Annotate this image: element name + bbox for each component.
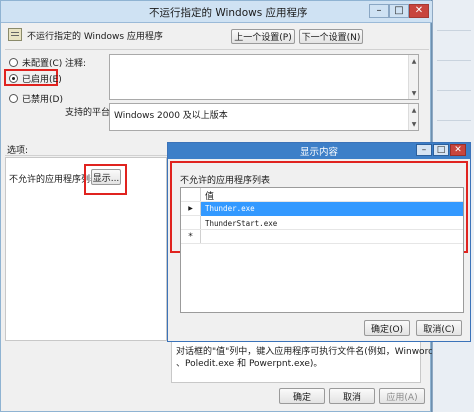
supported-on-label: 支持的平台: bbox=[65, 108, 114, 118]
show-button[interactable]: 显示... bbox=[91, 169, 121, 185]
scroll-down-icon[interactable]: ▼ bbox=[409, 119, 419, 129]
maximize-icon[interactable]: □ bbox=[389, 4, 409, 18]
minimize-icon[interactable]: – bbox=[416, 144, 432, 156]
table-row[interactable]: ThunderStart.exe bbox=[181, 216, 463, 230]
selected-cell[interactable]: Thunder.exe bbox=[201, 202, 463, 216]
previous-setting-button[interactable]: 上一个设置(P) bbox=[231, 29, 295, 44]
cancel-button[interactable]: 取消 bbox=[329, 388, 375, 404]
policy-icon bbox=[8, 28, 22, 41]
row-header-cell bbox=[181, 216, 201, 229]
radio-disabled[interactable]: 已禁用(D) bbox=[9, 92, 63, 105]
dialog-list-label: 不允许的应用程序列表 bbox=[180, 176, 271, 186]
new-row-indicator-icon: * bbox=[181, 230, 201, 243]
next-setting-button[interactable]: 下一个设置(N) bbox=[299, 29, 363, 44]
supported-on-value: Windows 2000 及以上版本 bbox=[114, 111, 228, 121]
table-row[interactable]: ▶ Thunder.exe bbox=[181, 202, 463, 216]
scroll-up-icon[interactable]: ▲ bbox=[409, 105, 419, 115]
column-header-value: 值 bbox=[205, 192, 215, 202]
close-icon[interactable]: ✕ bbox=[409, 4, 429, 18]
row-header-cell bbox=[181, 188, 201, 201]
radio-circle[interactable] bbox=[9, 57, 18, 67]
close-icon[interactable]: ✕ bbox=[450, 144, 466, 156]
dialog-title: 显示内容 bbox=[299, 147, 338, 158]
dialog-cancel-button[interactable]: 取消(C) bbox=[416, 320, 462, 336]
maximize-icon[interactable]: □ bbox=[433, 144, 449, 156]
radio-enabled-label: 已启用(E) bbox=[22, 74, 62, 85]
ok-button[interactable]: 确定 bbox=[279, 388, 325, 404]
header-divider bbox=[5, 49, 429, 50]
grid-header-row: 值 bbox=[181, 188, 463, 202]
radio-not-configured[interactable]: 未配置(C) bbox=[9, 56, 63, 69]
help-text-line-2: 、Poledit.exe 和 Powerpnt.exe)。 bbox=[176, 359, 323, 369]
radio-enabled[interactable]: 已启用(E) bbox=[9, 72, 62, 85]
radio-disabled-label: 已禁用(D) bbox=[22, 94, 63, 105]
radio-circle[interactable] bbox=[9, 93, 18, 103]
radio-not-configured-label: 未配置(C) bbox=[22, 58, 63, 69]
apply-button[interactable]: 应用(A) bbox=[379, 388, 425, 404]
policy-header-title: 不运行指定的 Windows 应用程序 bbox=[27, 31, 163, 42]
current-row-indicator-icon: ▶ bbox=[181, 202, 201, 215]
supported-on-box: Windows 2000 及以上版本 ▲ ▼ bbox=[109, 103, 419, 131]
comment-label: 注释: bbox=[65, 59, 87, 69]
comment-textbox[interactable]: ▲ ▼ bbox=[109, 54, 419, 100]
main-title-bar[interactable]: 不运行指定的 Windows 应用程序 – □ ✕ bbox=[1, 1, 432, 23]
supported-scrollbar[interactable]: ▲ ▼ bbox=[408, 104, 418, 130]
options-divider bbox=[5, 155, 167, 156]
scroll-up-icon[interactable]: ▲ bbox=[409, 56, 419, 66]
row-value[interactable]: Thunder.exe bbox=[205, 204, 255, 213]
comment-scrollbar[interactable]: ▲ ▼ bbox=[408, 55, 418, 99]
window-title: 不运行指定的 Windows 应用程序 bbox=[149, 6, 308, 19]
row-value[interactable]: ThunderStart.exe bbox=[205, 219, 277, 228]
dialog-ok-button[interactable]: 确定(O) bbox=[364, 320, 410, 336]
help-pane: 对话框的"值"列中，键入应用程序可执行文件名(例如，Winword.exe 、P… bbox=[171, 341, 453, 383]
minimize-icon[interactable]: – bbox=[369, 4, 389, 18]
scroll-down-icon[interactable]: ▼ bbox=[409, 88, 419, 98]
values-grid[interactable]: 值 ▶ Thunder.exe ThunderStart.exe * bbox=[180, 187, 464, 313]
new-row[interactable]: * bbox=[181, 230, 463, 244]
show-contents-dialog: 显示内容 – □ ✕ 不允许的应用程序列表 值 ▶ Thunder.exe Th… bbox=[167, 142, 471, 342]
radio-circle-selected[interactable] bbox=[9, 73, 18, 83]
